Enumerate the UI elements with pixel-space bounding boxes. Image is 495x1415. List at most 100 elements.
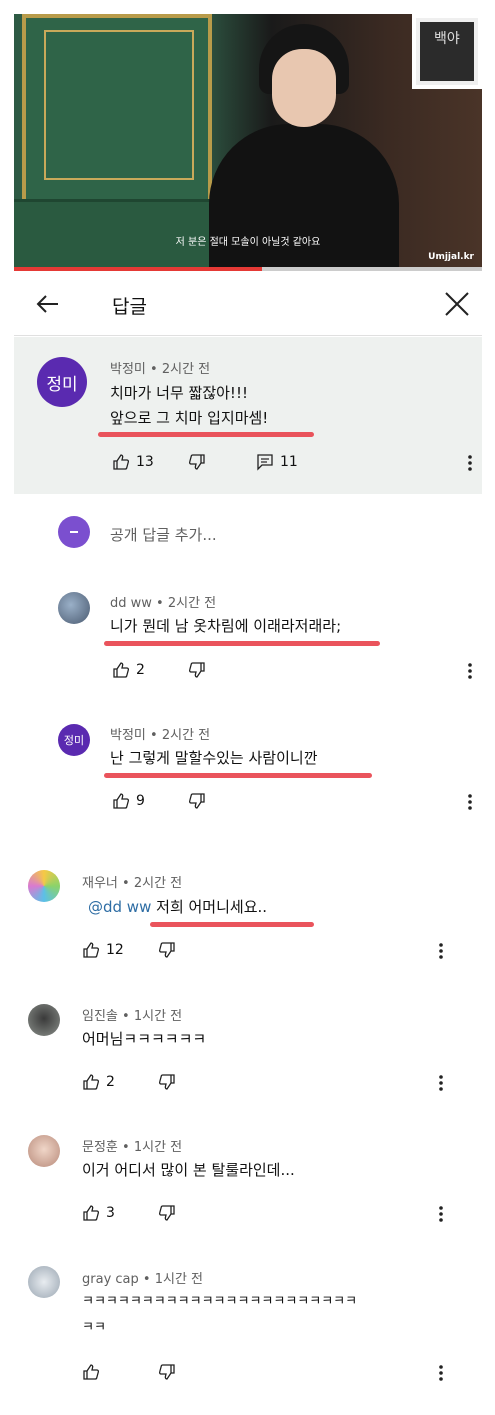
more-options-icon[interactable] — [438, 942, 444, 960]
comment-text: ㅋㅋㅋㅋㅋㅋㅋㅋㅋㅋㅋㅋㅋㅋㅋㅋㅋㅋㅋㅋㅋㅋㅋ — [82, 1294, 358, 1309]
like-button[interactable]: 3 — [82, 1204, 115, 1222]
more-options-icon[interactable] — [438, 1205, 444, 1223]
thumbs-up-icon — [113, 793, 130, 809]
thumbs-down-icon — [158, 1205, 175, 1221]
comment-meta: dd ww • 2시간 전 — [110, 592, 216, 611]
like-button[interactable] — [82, 1363, 100, 1381]
thumbs-down-icon — [158, 1364, 175, 1380]
like-button[interactable]: 2 — [82, 1073, 115, 1091]
meta-separator: • — [122, 1009, 130, 1024]
dislike-button[interactable] — [188, 453, 206, 471]
more-options-icon[interactable] — [467, 793, 473, 811]
avatar[interactable]: 정미 — [37, 357, 87, 407]
comment-meta: 임진솔 • 1시간 전 — [82, 1005, 182, 1024]
page-title: 답글 — [112, 296, 147, 318]
reply-count-button[interactable]: 11 — [256, 453, 298, 471]
comment-author[interactable]: 박정미 — [110, 728, 146, 743]
avatar[interactable] — [28, 1135, 60, 1167]
highlight-underline — [104, 641, 380, 646]
video-subtitle: 저 분은 절대 모솔이 아닐것 같아요 — [175, 237, 321, 248]
avatar[interactable] — [28, 1004, 60, 1036]
more-options-icon[interactable] — [438, 1074, 444, 1092]
comment-time: 2시간 전 — [167, 596, 217, 611]
comment-time: 1시간 전 — [133, 1009, 183, 1024]
comment-text: 이거 어디서 많이 본 탈룰라인데... — [82, 1161, 295, 1179]
comment-text: @dd ww 저희 어머니세요.. — [88, 895, 267, 919]
thumbs-up-icon — [83, 942, 100, 958]
dislike-button[interactable] — [158, 1204, 176, 1222]
comment-time: 1시간 전 — [154, 1272, 204, 1287]
comment-time: 2시간 전 — [161, 362, 211, 377]
frame-text: 백야 — [434, 31, 460, 47]
dislike-button[interactable] — [188, 792, 206, 810]
thumbs-down-icon — [188, 793, 205, 809]
thumbs-down-icon — [158, 1074, 175, 1090]
like-count: 12 — [106, 942, 124, 958]
meta-separator: • — [156, 596, 164, 611]
comment-time: 2시간 전 — [161, 728, 211, 743]
comment-time: 1시간 전 — [133, 1140, 183, 1155]
more-options-icon[interactable] — [467, 662, 473, 680]
dislike-button[interactable] — [158, 1363, 176, 1381]
person-body — [209, 124, 399, 270]
meta-separator: • — [122, 876, 130, 891]
comment-text: 어머님ㅋㅋㅋㅋㅋㅋ — [82, 1030, 207, 1048]
meta-separator: • — [150, 362, 158, 377]
like-button[interactable]: 13 — [112, 453, 154, 471]
more-options-icon[interactable] — [438, 1364, 444, 1382]
highlight-underline — [98, 432, 314, 437]
like-count: 2 — [136, 662, 145, 678]
close-icon[interactable] — [442, 289, 472, 319]
comment-body: 저희 어머니세요.. — [156, 898, 268, 916]
avatar[interactable] — [28, 870, 60, 902]
comment-meta: 재우너 • 2시간 전 — [82, 872, 182, 891]
thumbs-up-icon — [83, 1364, 100, 1380]
comment-text-line2: 앞으로 그 치마 입지마셈! — [110, 409, 269, 427]
dislike-button[interactable] — [158, 941, 176, 959]
comment-author[interactable]: 박정미 — [110, 362, 146, 377]
comment-author[interactable]: gray cap — [82, 1272, 139, 1287]
comment-text-line1: 치마가 너무 짧잖아!!! — [110, 384, 248, 402]
my-avatar — [58, 516, 90, 548]
comment-author[interactable]: 재우너 — [82, 876, 118, 891]
avatar[interactable]: 정미 — [58, 724, 90, 756]
avatar[interactable] — [58, 592, 90, 624]
meta-separator: • — [122, 1140, 130, 1155]
thumbs-down-icon — [158, 942, 175, 958]
like-count: 9 — [136, 793, 145, 809]
person-face — [272, 49, 336, 127]
video-player[interactable]: 백야 저 분은 절대 모솔이 아닐것 같아요 Umjjal.kr — [14, 14, 482, 270]
video-watermark: Umjjal.kr — [428, 252, 474, 262]
comment-meta: gray cap • 1시간 전 — [82, 1268, 203, 1287]
comment-text: 난 그렇게 말할수있는 사람이니깐 — [110, 749, 318, 767]
add-reply-input[interactable]: 공개 답글 추가... — [110, 524, 217, 545]
highlight-underline — [150, 922, 314, 927]
video-progress-bar[interactable] — [14, 267, 482, 271]
comment-text: 니가 뭔데 남 옷차림에 이래라저래라; — [110, 617, 342, 635]
thumbs-up-icon — [113, 662, 130, 678]
more-options-icon[interactable] — [467, 454, 473, 472]
comment-author[interactable]: dd ww — [110, 596, 152, 611]
back-arrow-icon[interactable] — [34, 290, 62, 318]
like-button[interactable]: 12 — [82, 941, 124, 959]
dislike-button[interactable] — [188, 661, 206, 679]
comment-meta: 박정미 • 2시간 전 — [110, 724, 210, 743]
wall-frame: 백야 — [412, 14, 482, 89]
like-button[interactable]: 9 — [112, 792, 145, 810]
comment-meta: 박정미 • 2시간 전 — [110, 358, 210, 377]
thumbs-up-icon — [113, 454, 130, 470]
reply-count: 11 — [280, 454, 298, 470]
dislike-button[interactable] — [158, 1073, 176, 1091]
thumbs-up-icon — [83, 1074, 100, 1090]
comment-time: 2시간 전 — [133, 876, 183, 891]
like-button[interactable]: 2 — [112, 661, 145, 679]
meta-separator: • — [150, 728, 158, 743]
avatar[interactable] — [28, 1266, 60, 1298]
like-count: 3 — [106, 1205, 115, 1221]
mention-link[interactable]: @dd ww — [88, 898, 151, 916]
replies-header: 답글 — [14, 272, 482, 336]
comment-icon — [257, 454, 273, 471]
comment-author[interactable]: 임진솔 — [82, 1009, 118, 1024]
comment-author[interactable]: 문정훈 — [82, 1140, 118, 1155]
comment-meta: 문정훈 • 1시간 전 — [82, 1136, 182, 1155]
